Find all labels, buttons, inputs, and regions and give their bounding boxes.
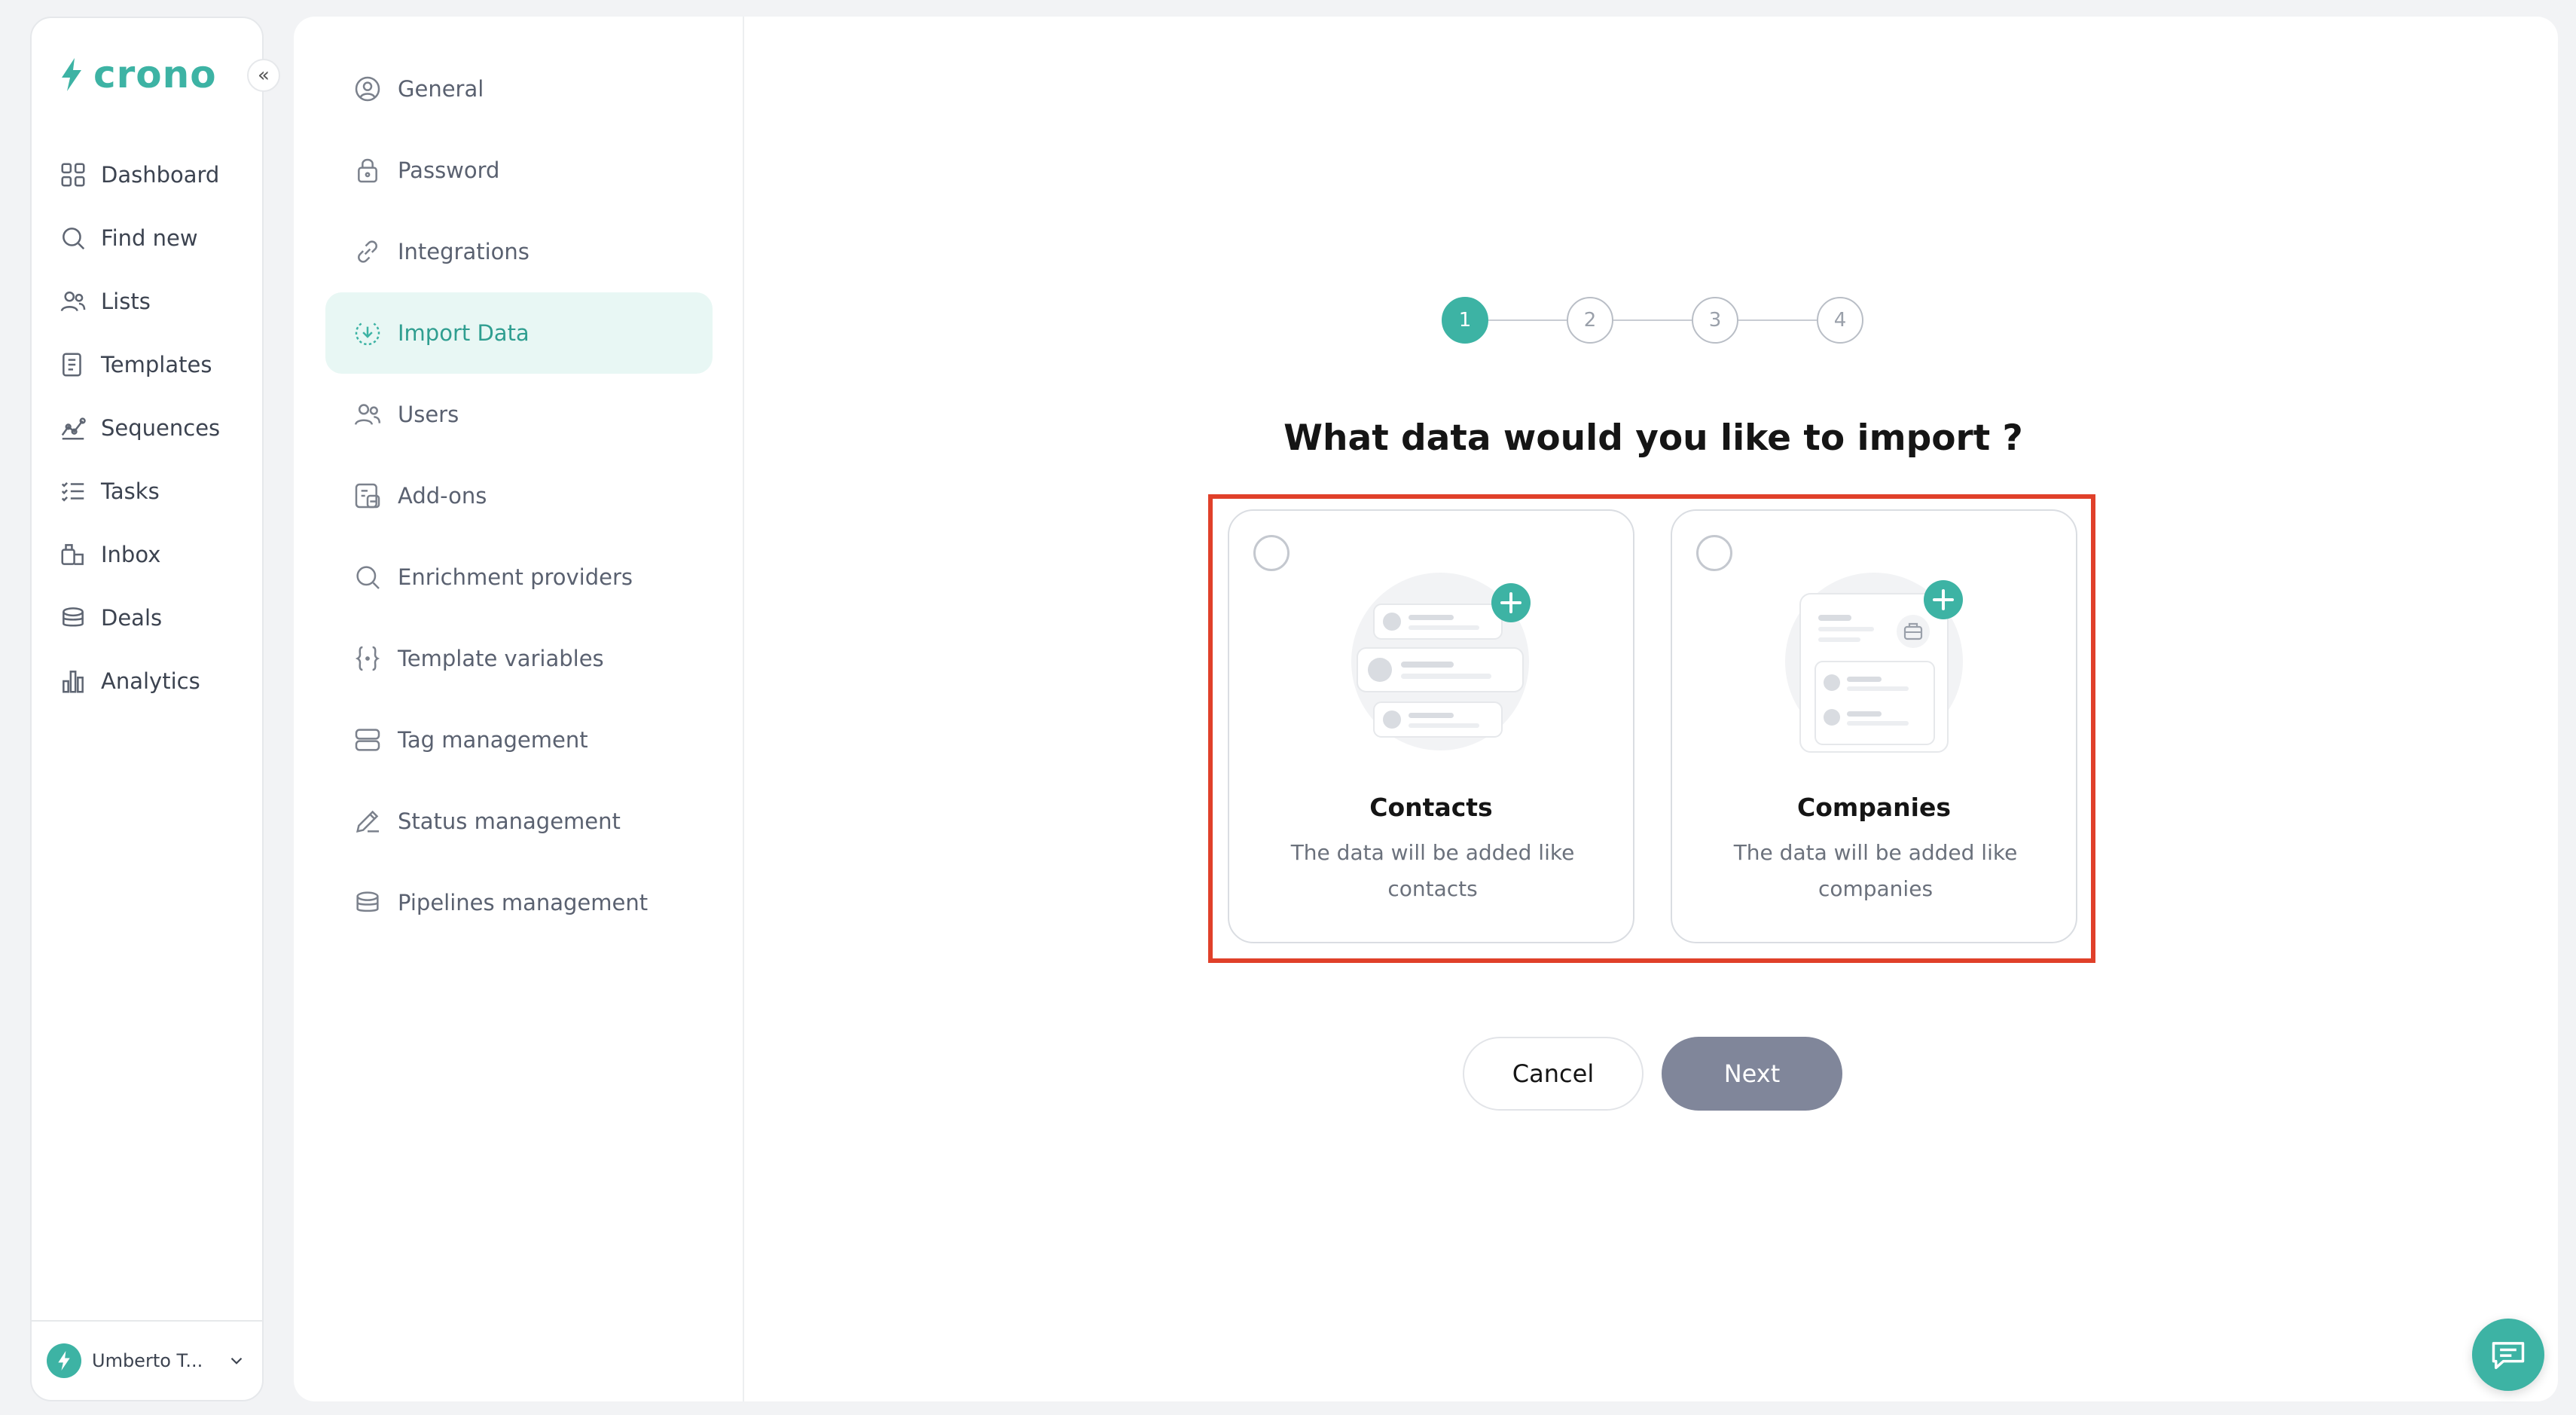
settings-item-add-ons[interactable]: Add-ons bbox=[325, 455, 713, 536]
settings-item-label: Status management bbox=[398, 808, 621, 834]
sidebar-item-label: Templates bbox=[101, 352, 212, 377]
brand-logo[interactable]: crono bbox=[60, 56, 217, 93]
checklist-icon bbox=[61, 482, 84, 502]
settings-item-enrichment-providers[interactable]: Enrichment providers bbox=[325, 536, 713, 618]
step-3: 3 bbox=[1692, 297, 1738, 344]
settings-item-status-management[interactable]: Status management bbox=[325, 781, 713, 862]
settings-item-general[interactable]: General bbox=[325, 48, 713, 130]
sidebar-item-tasks[interactable]: Tasks bbox=[59, 460, 255, 523]
settings-item-label: Template variables bbox=[398, 646, 604, 671]
user-name: Umberto T... bbox=[92, 1350, 203, 1371]
settings-item-import-data[interactable]: Import Data bbox=[325, 292, 713, 374]
next-button[interactable]: Next bbox=[1662, 1037, 1842, 1111]
users-icon bbox=[60, 291, 86, 312]
settings-item-tag-management[interactable]: Tag management bbox=[325, 699, 713, 781]
step-1: 1 bbox=[1442, 297, 1488, 344]
option-card-companies[interactable]: Companies The data will be added like co… bbox=[1671, 509, 2077, 943]
search-icon bbox=[63, 228, 85, 250]
sidebar-item-label: Find new bbox=[101, 225, 198, 251]
step-2: 2 bbox=[1567, 297, 1613, 344]
chat-support-button[interactable] bbox=[2472, 1319, 2544, 1391]
settings-item-label: Enrichment providers bbox=[398, 564, 633, 590]
sidebar-item-label: Sequences bbox=[101, 415, 221, 441]
tag-stack-icon bbox=[355, 729, 380, 751]
option-description: The data will be added like companies bbox=[1733, 840, 2018, 901]
collapse-sidebar-button[interactable]: « bbox=[247, 59, 280, 92]
companies-illustration-icon bbox=[1785, 573, 1963, 753]
user-circle-icon bbox=[355, 76, 380, 102]
main-sidebar: crono « Dashboard Find new Lists Templat… bbox=[30, 17, 280, 1401]
option-title: Contacts bbox=[1369, 793, 1493, 822]
option-card-contacts[interactable]: Contacts The data will be added like con… bbox=[1228, 509, 1634, 943]
sidebar-nav: Dashboard Find new Lists Templates Seque… bbox=[59, 143, 255, 713]
settings-item-integrations[interactable]: Integrations bbox=[325, 211, 713, 292]
lock-icon bbox=[358, 158, 377, 183]
settings-item-label: Tag management bbox=[398, 727, 588, 753]
stepper-connector bbox=[1488, 319, 1567, 321]
sidebar-item-dashboard[interactable]: Dashboard bbox=[59, 143, 255, 206]
sidebar-item-templates[interactable]: Templates bbox=[59, 333, 255, 396]
bar-chart-icon bbox=[63, 671, 84, 693]
pen-icon bbox=[356, 810, 379, 833]
settings-item-label: Import Data bbox=[398, 320, 530, 346]
option-title: Companies bbox=[1797, 793, 1951, 822]
settings-item-template-variables[interactable]: Template variables bbox=[325, 618, 713, 699]
settings-item-label: Integrations bbox=[398, 239, 530, 264]
download-circle-icon bbox=[355, 322, 380, 346]
sidebar-item-label: Deals bbox=[101, 605, 163, 631]
link-icon bbox=[358, 240, 377, 263]
sidebar-item-lists[interactable]: Lists bbox=[59, 270, 255, 333]
dashboard-icon bbox=[61, 163, 85, 187]
main-panel: General Password Integrations Import Dat… bbox=[294, 17, 2558, 1401]
sidebar-item-sequences[interactable]: Sequences bbox=[59, 396, 255, 460]
user-menu[interactable]: Umberto T... bbox=[32, 1320, 262, 1400]
sidebar-item-find-new[interactable]: Find new bbox=[59, 206, 255, 270]
stepper-connector bbox=[1613, 319, 1692, 321]
sidebar-item-label: Analytics bbox=[101, 668, 200, 694]
settings-item-label: Users bbox=[398, 402, 459, 427]
addon-icon bbox=[355, 483, 380, 509]
brand-name: crono bbox=[93, 53, 217, 96]
bolt-icon bbox=[62, 58, 81, 91]
avatar bbox=[47, 1343, 81, 1378]
settings-item-pipelines-management[interactable]: Pipelines management bbox=[325, 862, 713, 943]
chat-icon bbox=[2492, 1342, 2525, 1370]
settings-item-label: Pipelines management bbox=[398, 890, 649, 915]
sidebar-item-label: Inbox bbox=[101, 542, 161, 567]
companies-radio[interactable] bbox=[1696, 535, 1732, 571]
stepper-connector bbox=[1738, 319, 1817, 321]
step-4: 4 bbox=[1817, 297, 1863, 344]
settings-item-label: Password bbox=[398, 157, 500, 183]
import-question: What data would you like to import ? bbox=[1283, 417, 2023, 459]
search-icon bbox=[356, 566, 380, 589]
contacts-radio[interactable] bbox=[1253, 535, 1290, 571]
sidebar-item-deals[interactable]: Deals bbox=[59, 586, 255, 649]
sidebar-item-inbox[interactable]: Inbox bbox=[59, 523, 255, 586]
sidebar-item-label: Dashboard bbox=[101, 162, 220, 188]
users-icon bbox=[354, 404, 381, 425]
settings-item-password[interactable]: Password bbox=[325, 130, 713, 211]
sidebar-item-analytics[interactable]: Analytics bbox=[59, 649, 255, 713]
settings-item-label: General bbox=[398, 76, 484, 102]
bolt-icon bbox=[58, 1351, 70, 1371]
settings-menu: General Password Integrations Import Dat… bbox=[294, 17, 744, 1401]
cancel-button[interactable]: Cancel bbox=[1463, 1037, 1644, 1111]
chevron-down-icon[interactable] bbox=[227, 1351, 246, 1371]
inbox-icon bbox=[61, 544, 84, 565]
settings-item-label: Add-ons bbox=[398, 483, 487, 509]
coins-icon bbox=[356, 891, 379, 912]
sequence-icon bbox=[61, 417, 86, 440]
option-description: The data will be added like contacts bbox=[1290, 840, 1575, 901]
settings-item-users[interactable]: Users bbox=[325, 374, 713, 455]
contacts-illustration-icon bbox=[1351, 573, 1531, 750]
import-stepper: 1 2 3 4 bbox=[1442, 297, 1863, 345]
sidebar-item-label: Lists bbox=[101, 289, 151, 314]
braces-icon bbox=[355, 646, 380, 671]
sidebar-item-label: Tasks bbox=[101, 478, 160, 504]
double-chevron-left-icon: « bbox=[258, 64, 270, 87]
coins-icon bbox=[63, 607, 84, 627]
document-icon bbox=[63, 353, 81, 377]
